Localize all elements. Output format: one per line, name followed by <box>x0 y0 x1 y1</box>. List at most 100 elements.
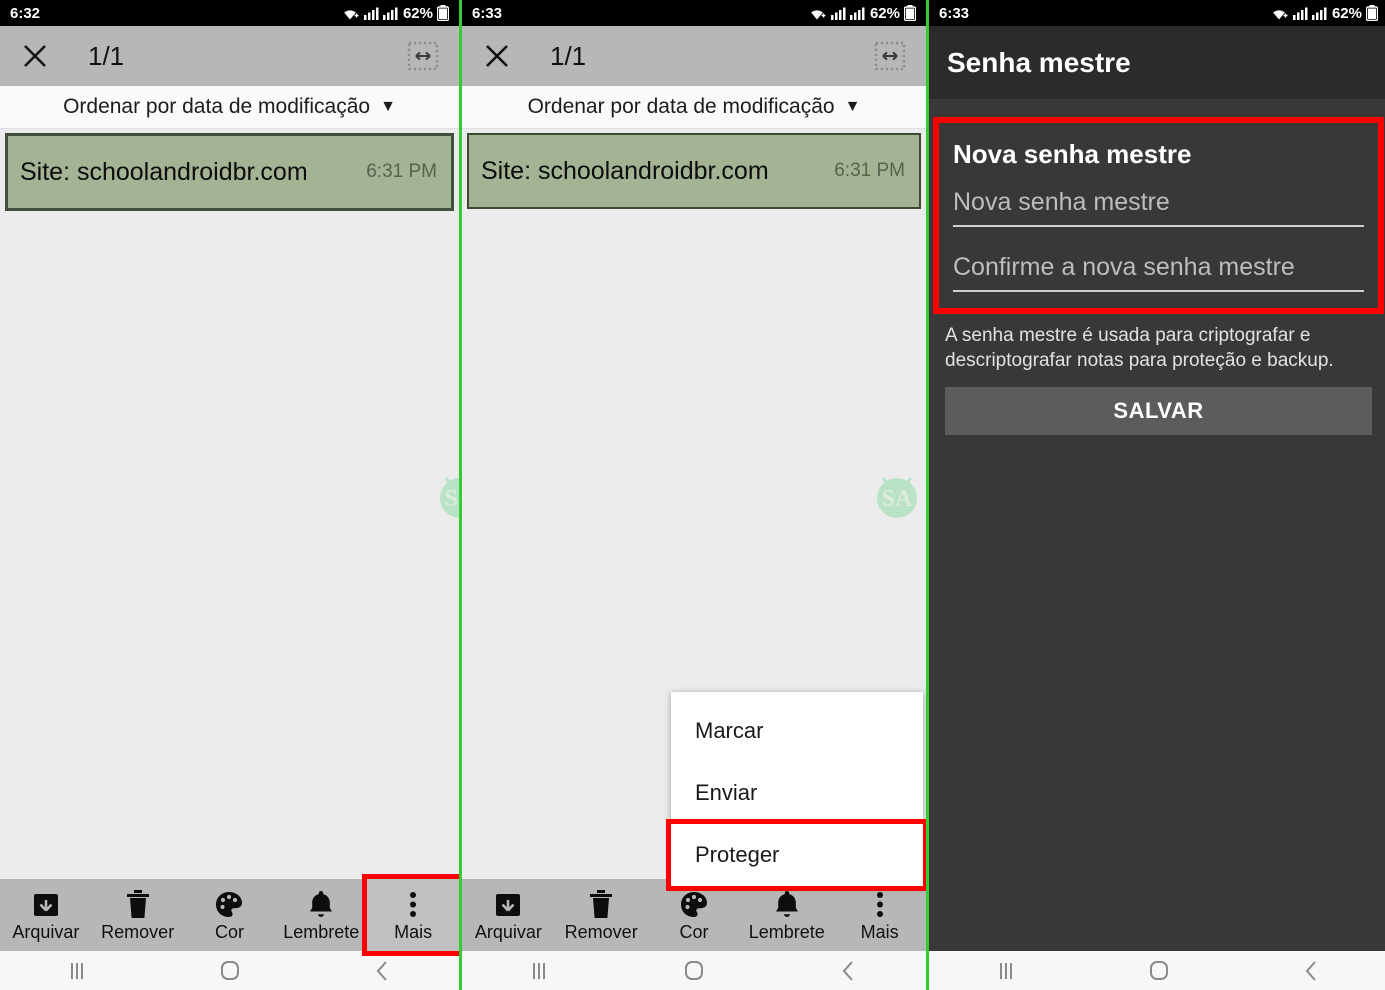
chevron-down-icon: ▼ <box>844 98 861 115</box>
toolbar-label: Mais <box>860 922 899 942</box>
app-bar: 1/1 <box>0 26 459 86</box>
menu-item-marcar[interactable]: Marcar <box>671 700 923 762</box>
menu-item-enviar[interactable]: Enviar <box>671 762 923 824</box>
battery-icon <box>1366 5 1378 21</box>
android-robot-icon: SA <box>432 466 459 527</box>
wifi-icon <box>340 6 360 21</box>
menu-item-proteger[interactable]: Proteger <box>666 819 926 891</box>
note-card[interactable]: Site: schoolandroidbr.com 6:31 PM <box>5 133 454 211</box>
toolbar-label: Cor <box>214 922 244 942</box>
archive-icon <box>494 889 522 919</box>
sort-label: Ordenar por data de modificação <box>527 95 835 118</box>
trash-icon <box>589 889 613 919</box>
menu-item-label: Enviar <box>695 780 758 805</box>
close-icon[interactable] <box>480 39 514 73</box>
signal-bars-icon-2 <box>382 6 398 20</box>
overflow-dots-icon <box>408 889 418 919</box>
battery-percentage: 62% <box>1331 4 1362 22</box>
toolbar-item-remover[interactable]: Remover <box>555 879 648 951</box>
recents-icon[interactable] <box>0 951 153 990</box>
overflow-dots-icon <box>875 889 885 919</box>
status-bar: 6:33 62% <box>462 0 926 26</box>
battery-percentage: 62% <box>869 4 900 22</box>
status-bar: 6:32 62% <box>0 0 459 26</box>
back-icon[interactable] <box>771 951 926 990</box>
close-icon[interactable] <box>18 39 52 73</box>
recents-icon[interactable] <box>929 951 1082 990</box>
menu-item-label: Proteger <box>695 842 780 867</box>
signal-bars-icon <box>830 6 846 20</box>
toolbar-item-mais[interactable]: Mais <box>362 874 459 956</box>
toolbar-label: Remover <box>101 922 175 942</box>
status-icon-group: 62% <box>807 5 916 22</box>
form-heading: Nova senha mestre <box>953 139 1192 169</box>
home-icon[interactable] <box>1082 951 1235 990</box>
note-card[interactable]: Site: schoolandroidbr.com 6:31 PM <box>467 133 921 209</box>
signal-bars-icon-2 <box>849 6 865 20</box>
toolbar-label: Arquivar <box>474 922 542 942</box>
toolbar-label: Lembrete <box>283 922 360 942</box>
toolbar-item-lembrete[interactable]: Lembrete <box>740 879 833 951</box>
back-icon[interactable] <box>306 951 459 990</box>
battery-icon <box>437 5 449 21</box>
trash-icon <box>126 889 150 919</box>
selection-counter: 1/1 <box>550 40 587 71</box>
recents-icon[interactable] <box>462 951 617 990</box>
toolbar-item-arquivar[interactable]: Arquivar <box>462 879 555 951</box>
toolbar-item-arquivar[interactable]: Arquivar <box>0 879 92 951</box>
battery-icon <box>904 5 916 21</box>
signal-bars-icon-2 <box>1311 6 1327 20</box>
sort-bar[interactable]: Ordenar por data de modificação ▼ <box>462 86 926 129</box>
note-title: Site: schoolandroidbr.com <box>481 156 769 185</box>
note-timestamp: 6:31 PM <box>834 160 905 181</box>
android-robot-icon: SA <box>869 466 925 527</box>
toolbar-label: Mais <box>394 922 433 942</box>
note-title: Site: schoolandroidbr.com <box>20 157 308 186</box>
home-icon[interactable] <box>153 951 306 990</box>
helper-text: A senha mestre é usada para criptografar… <box>945 325 1334 371</box>
status-icon-group: 62% <box>340 5 449 22</box>
status-clock: 6:33 <box>472 4 503 22</box>
status-clock: 6:32 <box>10 4 41 22</box>
chevron-down-icon: ▼ <box>380 98 396 115</box>
system-nav-bar <box>462 951 926 990</box>
toolbar-item-lembrete[interactable]: Lembrete <box>275 879 367 951</box>
back-icon[interactable] <box>1235 951 1385 990</box>
signal-bars-icon <box>363 6 379 20</box>
panel-notes-list-more-highlighted: 6:32 62% 1/1 Ordenar por data de modific… <box>0 0 459 990</box>
wifi-icon <box>1269 6 1289 21</box>
new-password-placeholder: Nova senha mestre <box>953 188 1170 216</box>
new-password-field[interactable]: Nova senha mestre <box>953 188 1364 227</box>
toolbar-label: Remover <box>564 922 638 942</box>
toolbar-label: Cor <box>679 922 709 942</box>
sort-bar[interactable]: Ordenar por data de modificação ▼ <box>0 86 459 129</box>
bottom-toolbar: Arquivar Remover Cor Lembrete Mais <box>0 874 459 956</box>
toolbar-item-remover[interactable]: Remover <box>92 879 184 951</box>
palette-icon <box>215 889 243 919</box>
battery-percentage: 62% <box>402 4 433 22</box>
resize-icon[interactable] <box>405 39 441 73</box>
confirm-password-field[interactable]: Confirme a nova senha mestre <box>953 253 1364 292</box>
sort-label: Ordenar por data de modificação <box>63 95 371 118</box>
app-bar: 1/1 <box>462 26 926 86</box>
toolbar-item-cor[interactable]: Cor <box>184 879 276 951</box>
password-fields-group: Nova senha mestre Nova senha mestre Conf… <box>933 117 1384 314</box>
signal-bars-icon <box>1292 6 1308 20</box>
toolbar-item-cor[interactable]: Cor <box>648 879 741 951</box>
save-button[interactable]: SALVAR <box>945 387 1372 436</box>
resize-icon[interactable] <box>872 39 908 73</box>
home-icon[interactable] <box>617 951 772 990</box>
svg-text:SA: SA <box>445 486 459 512</box>
note-timestamp: 6:31 PM <box>366 161 437 182</box>
panel-notes-list-menu-open: 6:33 62% 1/1 Ordenar por data de modific… <box>462 0 926 990</box>
page-title: Senha mestre <box>947 46 1131 78</box>
three-panel-screenshot-strip: 6:32 62% 1/1 Ordenar por data de modific… <box>0 0 1385 990</box>
status-bar: 6:33 62% <box>929 0 1385 26</box>
selection-counter: 1/1 <box>88 40 125 71</box>
panel-master-password: 6:33 62% Senha mestre Nova senha mestre … <box>929 0 1385 990</box>
system-nav-bar <box>929 951 1385 990</box>
bottom-toolbar: Arquivar Remover Cor Lembrete Mais <box>462 879 926 951</box>
master-password-form: Nova senha mestre Nova senha mestre Conf… <box>929 99 1385 951</box>
toolbar-item-mais[interactable]: Mais <box>833 879 926 951</box>
app-bar: Senha mestre <box>929 26 1385 99</box>
